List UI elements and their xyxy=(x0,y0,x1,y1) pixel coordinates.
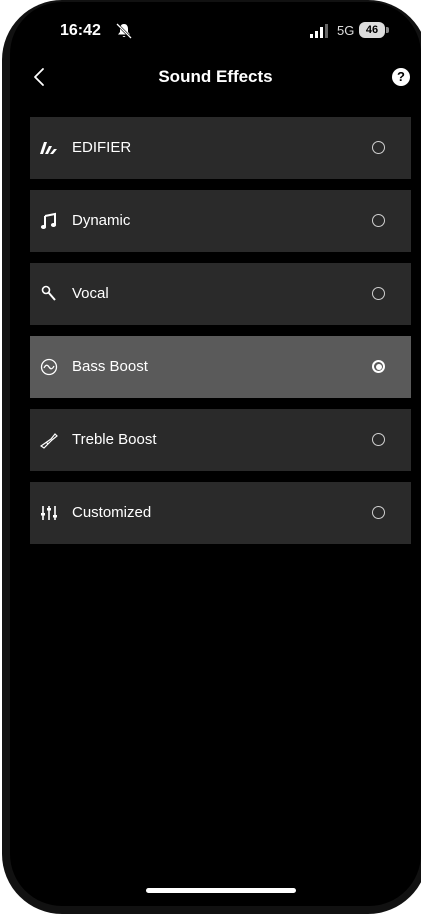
option-label: Vocal xyxy=(72,285,109,302)
option-bass-boost[interactable]: Bass Boost xyxy=(30,336,411,398)
wave-circle-icon xyxy=(40,358,58,376)
edifier-logo-icon xyxy=(40,142,57,154)
option-dynamic[interactable]: Dynamic xyxy=(30,190,411,252)
home-indicator[interactable] xyxy=(146,888,296,893)
option-label: Treble Boost xyxy=(72,431,157,448)
option-treble-boost[interactable]: Treble Boost xyxy=(30,409,411,471)
option-label: Customized xyxy=(72,504,152,521)
trumpet-icon xyxy=(40,433,58,449)
help-button[interactable]: ? xyxy=(392,68,410,86)
phone: 16:42 5G 46 Sound Effects ? EDIFIER Dyna… xyxy=(0,0,421,914)
screen: 16:42 5G 46 Sound Effects ? EDIFIER Dyna… xyxy=(10,2,421,906)
status-time: 16:42 xyxy=(60,22,101,39)
battery-indicator: 46 xyxy=(359,22,385,38)
bell-muted-icon xyxy=(116,23,132,39)
radio-button-selected[interactable] xyxy=(372,360,385,373)
page-title: Sound Effects xyxy=(158,67,273,86)
option-label: EDIFIER xyxy=(72,139,132,156)
option-vocal[interactable]: Vocal xyxy=(30,263,411,325)
radio-button[interactable] xyxy=(372,214,385,227)
equalizer-sliders-icon xyxy=(41,506,57,520)
option-label: Bass Boost xyxy=(72,358,148,375)
music-note-icon xyxy=(40,212,57,229)
option-customized[interactable]: Customized xyxy=(30,482,411,544)
battery-tip xyxy=(386,27,389,33)
radio-button[interactable] xyxy=(372,506,385,519)
network-type: 5G xyxy=(337,23,355,38)
option-edifier[interactable]: EDIFIER xyxy=(30,117,411,179)
option-label: Dynamic xyxy=(72,212,131,229)
radio-button[interactable] xyxy=(372,287,385,300)
signal-bars-icon xyxy=(310,24,328,38)
microphone-icon xyxy=(41,285,56,301)
radio-button[interactable] xyxy=(372,433,385,446)
radio-button[interactable] xyxy=(372,141,385,154)
sound-effects-list: EDIFIER Dynamic Vocal Bass Boost Treble … xyxy=(30,117,411,555)
